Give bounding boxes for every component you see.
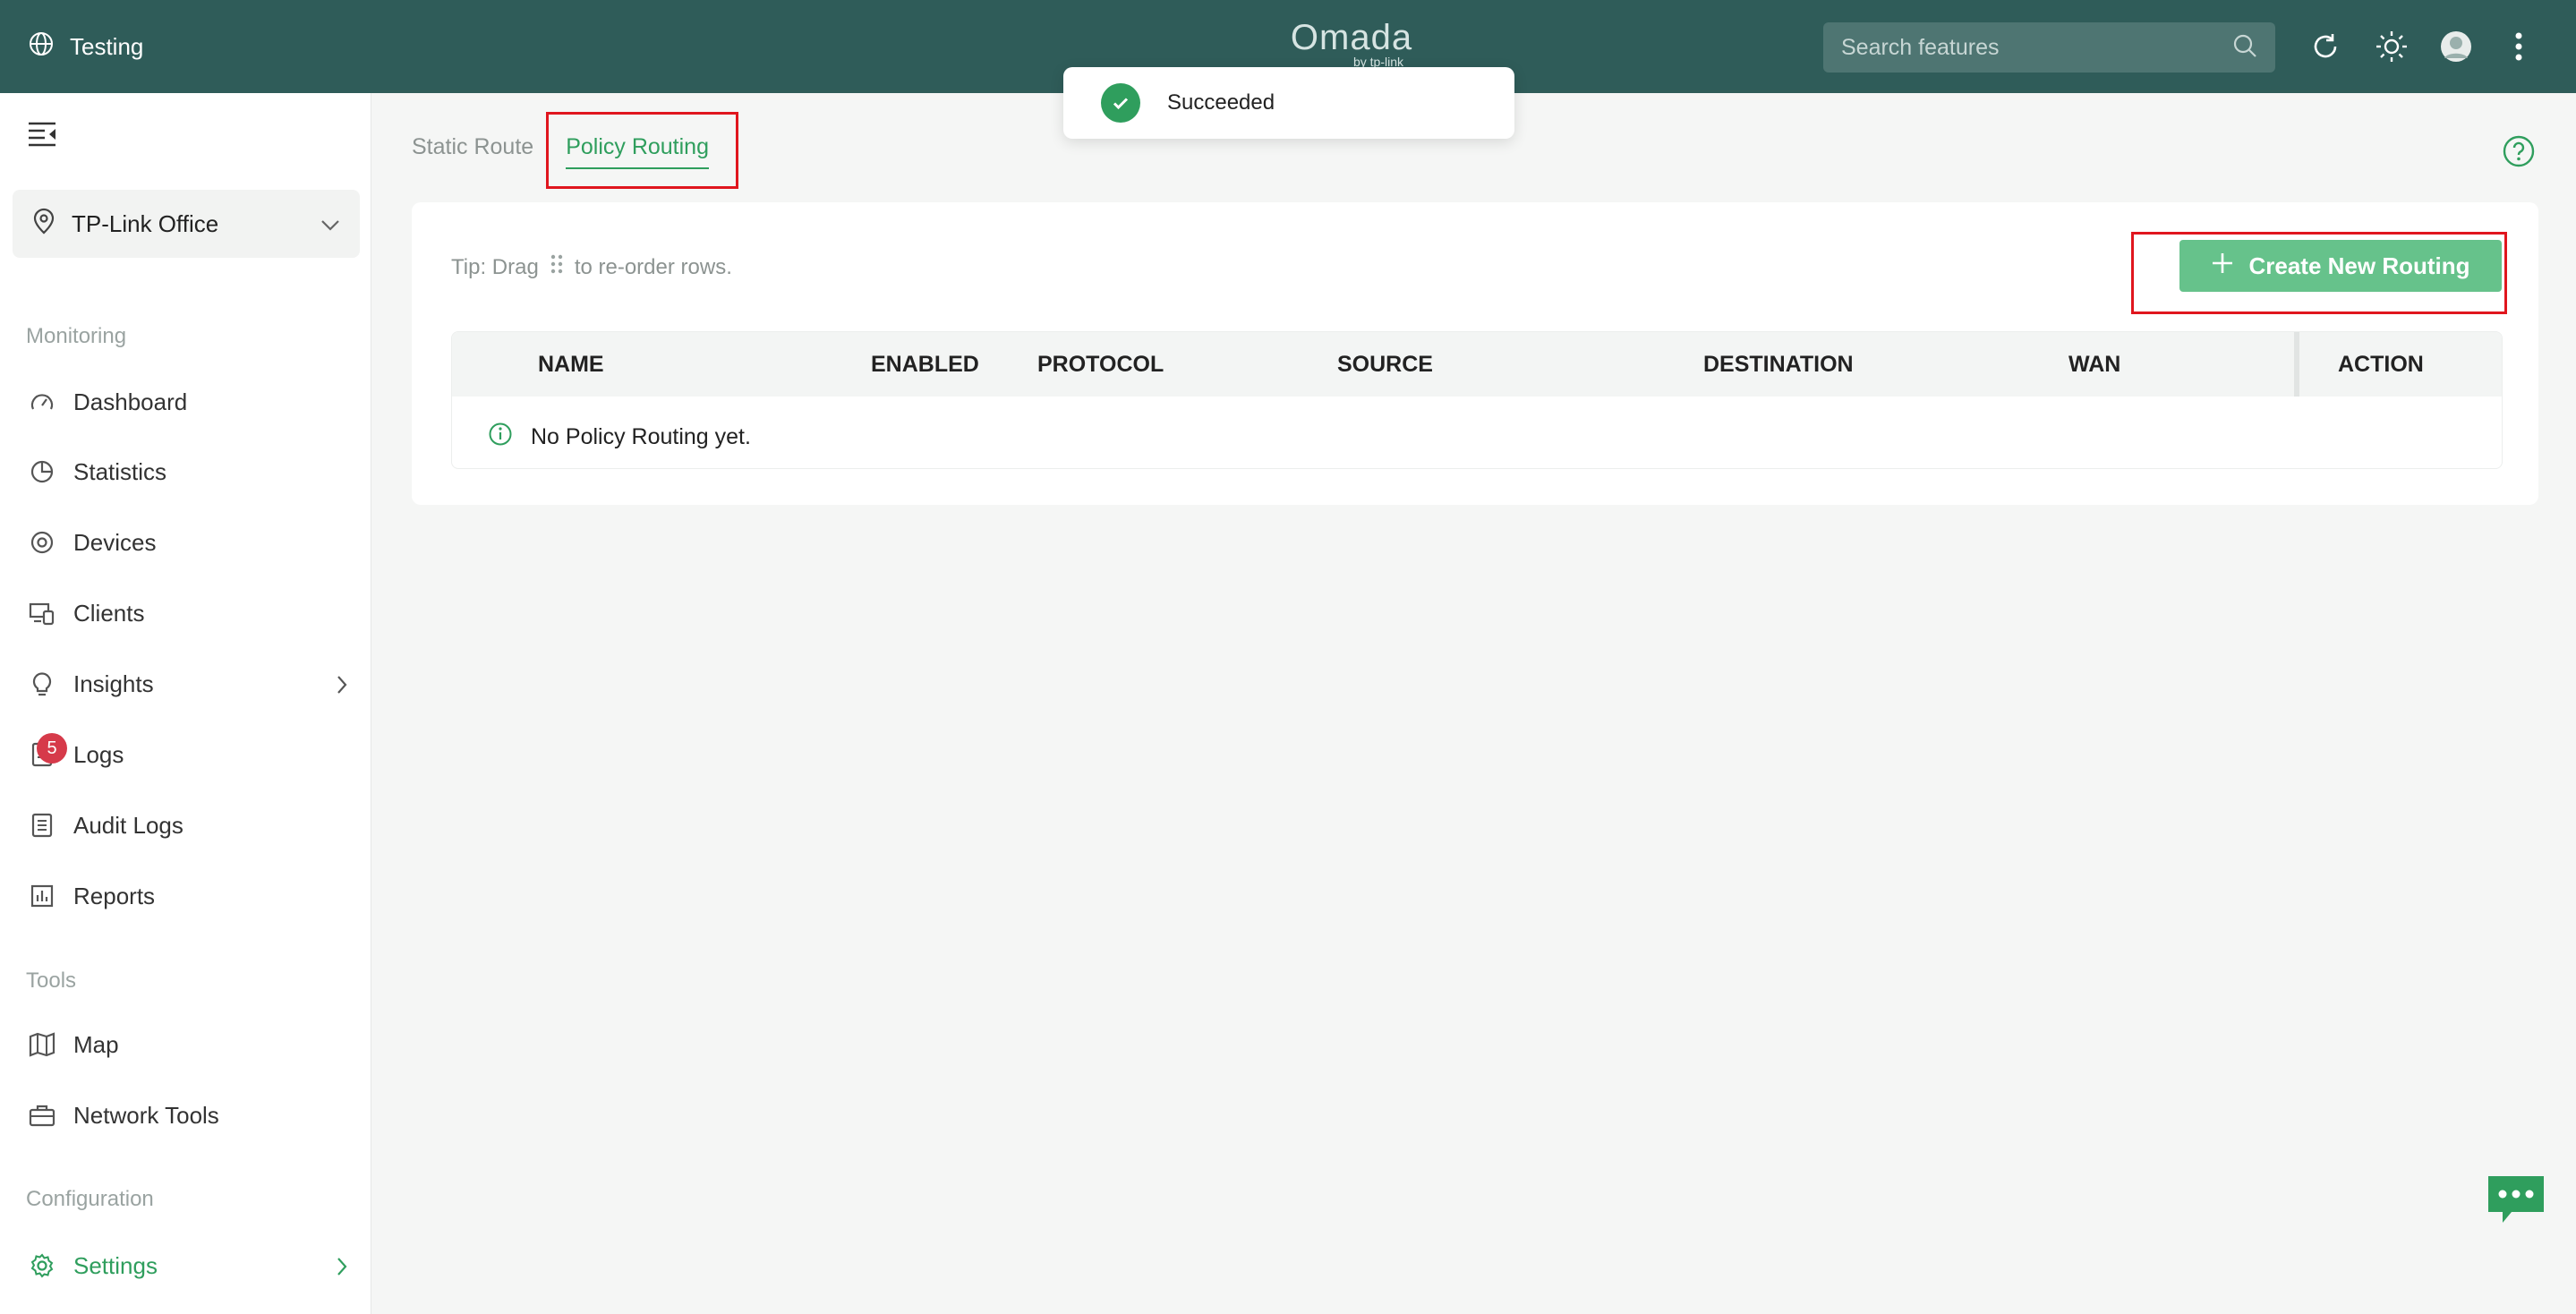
logs-badge: 5	[37, 733, 67, 764]
omada-logo: Omada by tp-link	[1289, 18, 1414, 72]
collapse-menu-icon[interactable]	[27, 120, 59, 152]
toolbox-icon	[29, 1102, 55, 1129]
column-divider	[2294, 332, 2299, 397]
refresh-icon[interactable]	[2306, 27, 2345, 66]
sidebar-item-insights[interactable]: Insights	[0, 657, 371, 711]
check-circle-icon	[1101, 83, 1140, 123]
bar-chart-icon	[29, 883, 55, 909]
chat-support-icon[interactable]	[2485, 1173, 2547, 1228]
dashboard-icon	[29, 388, 55, 415]
logo-text: Omada	[1290, 18, 1413, 57]
success-toast: Succeeded	[1063, 67, 1514, 139]
sidebar: TP-Link Office Monitoring Dashboard Stat…	[0, 93, 371, 1314]
sidebar-item-label: Insights	[73, 670, 154, 697]
tip-prefix: Tip: Drag	[451, 254, 539, 279]
column-protocol[interactable]: PROTOCOL	[1037, 352, 1164, 378]
sidebar-item-label: Map	[73, 1030, 119, 1058]
empty-state: No Policy Routing yet.	[488, 422, 751, 453]
list-icon	[29, 812, 55, 839]
column-action[interactable]: ACTION	[2338, 352, 2424, 378]
highlight-box-tab	[546, 112, 738, 189]
lightbulb-icon	[29, 670, 55, 697]
sidebar-item-settings[interactable]: Settings	[0, 1239, 371, 1293]
empty-text: No Policy Routing yet.	[531, 424, 751, 449]
sidebar-item-label: Dashboard	[73, 388, 188, 415]
site-name-label: Testing	[70, 32, 144, 60]
table-header: NAME ENABLED PROTOCOL SOURCE DESTINATION…	[452, 332, 2502, 397]
column-destination[interactable]: DESTINATION	[1703, 352, 1854, 378]
sidebar-item-reports[interactable]: Reports	[0, 869, 371, 923]
sidebar-item-label: Statistics	[73, 457, 167, 485]
column-source[interactable]: SOURCE	[1337, 352, 1433, 378]
highlight-box-button	[2131, 232, 2507, 314]
column-wan[interactable]: WAN	[2068, 352, 2120, 378]
sidebar-item-label: Devices	[73, 528, 157, 556]
column-name[interactable]: NAME	[538, 352, 604, 378]
sidebar-item-label: Logs	[73, 740, 124, 768]
search-input[interactable]	[1841, 34, 2232, 61]
drag-handle-icon	[548, 252, 566, 282]
toast-message: Succeeded	[1167, 90, 1275, 115]
section-tools: Tools	[26, 968, 77, 993]
tip-suffix: to re-order rows.	[574, 254, 732, 279]
sidebar-item-label: Network Tools	[73, 1101, 219, 1129]
clients-icon	[29, 600, 55, 627]
search-icon[interactable]	[2232, 33, 2257, 63]
pie-chart-icon	[29, 458, 55, 485]
avatar[interactable]	[2436, 27, 2476, 66]
sidebar-item-statistics[interactable]: Statistics	[0, 445, 371, 499]
sidebar-item-dashboard[interactable]: Dashboard	[0, 375, 371, 429]
section-monitoring: Monitoring	[26, 324, 127, 348]
sidebar-item-network-tools[interactable]: Network Tools	[0, 1088, 371, 1142]
location-pin-icon	[32, 208, 55, 241]
sidebar-item-label: Reports	[73, 882, 156, 909]
sidebar-item-clients[interactable]: Clients	[0, 586, 371, 640]
column-enabled[interactable]: ENABLED	[871, 352, 979, 378]
chevron-right-icon	[336, 673, 348, 701]
sidebar-item-label: Clients	[73, 599, 145, 627]
sidebar-item-label: Audit Logs	[73, 811, 183, 839]
site-name[interactable]: Testing	[29, 0, 143, 93]
drag-tip: Tip: Drag to re-order rows.	[451, 252, 732, 282]
tab-static-route[interactable]: Static Route	[412, 134, 533, 169]
policy-routing-table: NAME ENABLED PROTOCOL SOURCE DESTINATION…	[451, 331, 2503, 469]
sidebar-item-logs[interactable]: 5 Logs	[0, 728, 371, 781]
device-icon	[29, 529, 55, 556]
help-icon[interactable]	[2502, 134, 2536, 168]
logo-subtext: by tp-link	[1352, 55, 1404, 69]
site-selector[interactable]: TP-Link Office	[13, 190, 360, 258]
sun-icon[interactable]	[2372, 27, 2411, 66]
sidebar-item-devices[interactable]: Devices	[0, 516, 371, 569]
map-icon	[29, 1031, 55, 1058]
globe-icon	[29, 31, 54, 63]
site-selector-label: TP-Link Office	[72, 209, 219, 237]
section-configuration: Configuration	[26, 1187, 154, 1211]
search-box[interactable]	[1823, 22, 2275, 73]
gear-icon	[29, 1252, 55, 1279]
sidebar-item-audit-logs[interactable]: Audit Logs	[0, 798, 371, 852]
info-icon	[488, 422, 513, 453]
sidebar-item-label: Settings	[73, 1251, 158, 1279]
chevron-down-icon	[320, 210, 340, 238]
policy-routing-card: Tip: Drag to re-order rows. Create New R…	[412, 202, 2538, 505]
sidebar-item-map[interactable]: Map	[0, 1018, 371, 1071]
chevron-right-icon	[336, 1255, 348, 1283]
more-vertical-icon[interactable]	[2499, 27, 2538, 66]
